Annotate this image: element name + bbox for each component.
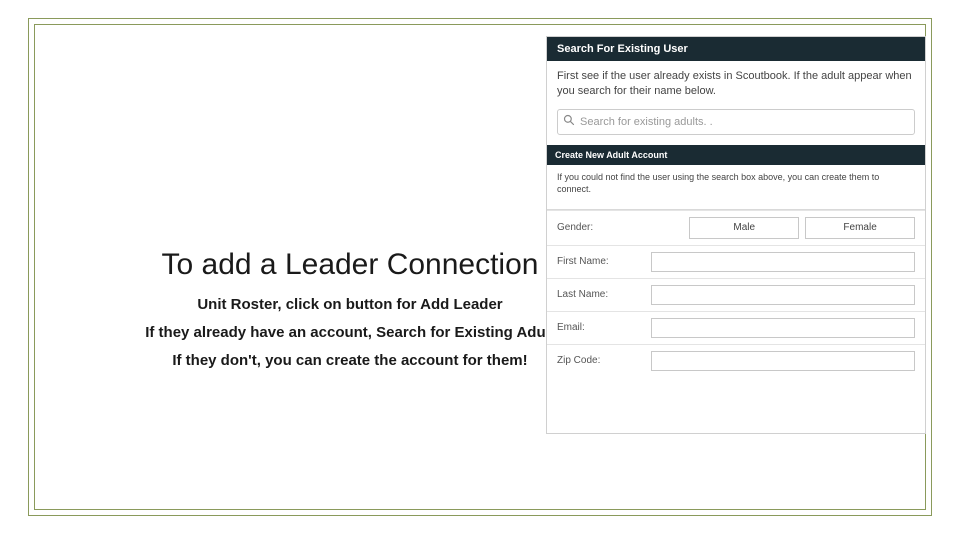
first-name-row: First Name: bbox=[547, 245, 925, 278]
zip-row: Zip Code: bbox=[547, 344, 925, 377]
email-field[interactable] bbox=[651, 318, 915, 338]
slide-line-2: If they already have an account, Search … bbox=[90, 324, 610, 341]
search-icon bbox=[558, 114, 580, 129]
last-name-row: Last Name: bbox=[547, 278, 925, 311]
email-row: Email: bbox=[547, 311, 925, 344]
slide-heading: To add a Leader Connection bbox=[100, 248, 600, 282]
gender-male-button[interactable]: Male bbox=[689, 217, 799, 239]
search-input[interactable] bbox=[580, 116, 914, 128]
search-existing-header: Search For Existing User bbox=[547, 37, 925, 61]
search-info-text: First see if the user already exists in … bbox=[547, 61, 925, 109]
slide-line-3: If they don't, you can create the accoun… bbox=[90, 352, 610, 369]
zip-label: Zip Code: bbox=[557, 355, 651, 366]
last-name-field[interactable] bbox=[651, 285, 915, 305]
create-info-text: If you could not find the user using the… bbox=[547, 165, 925, 203]
search-input-row[interactable] bbox=[557, 109, 915, 135]
zip-field[interactable] bbox=[651, 351, 915, 371]
first-name-field[interactable] bbox=[651, 252, 915, 272]
gender-female-button[interactable]: Female bbox=[805, 217, 915, 239]
gender-row: Gender: Male Female bbox=[547, 210, 925, 245]
create-account-header: Create New Adult Account bbox=[547, 145, 925, 165]
last-name-label: Last Name: bbox=[557, 289, 651, 300]
email-label: Email: bbox=[557, 322, 651, 333]
slide: To add a Leader Connection Unit Roster, … bbox=[0, 0, 960, 540]
slide-line-1: Unit Roster, click on button for Add Lea… bbox=[90, 296, 610, 313]
gender-label: Gender: bbox=[557, 222, 651, 233]
first-name-label: First Name: bbox=[557, 256, 651, 267]
scoutbook-panel: Search For Existing User First see if th… bbox=[546, 36, 926, 434]
